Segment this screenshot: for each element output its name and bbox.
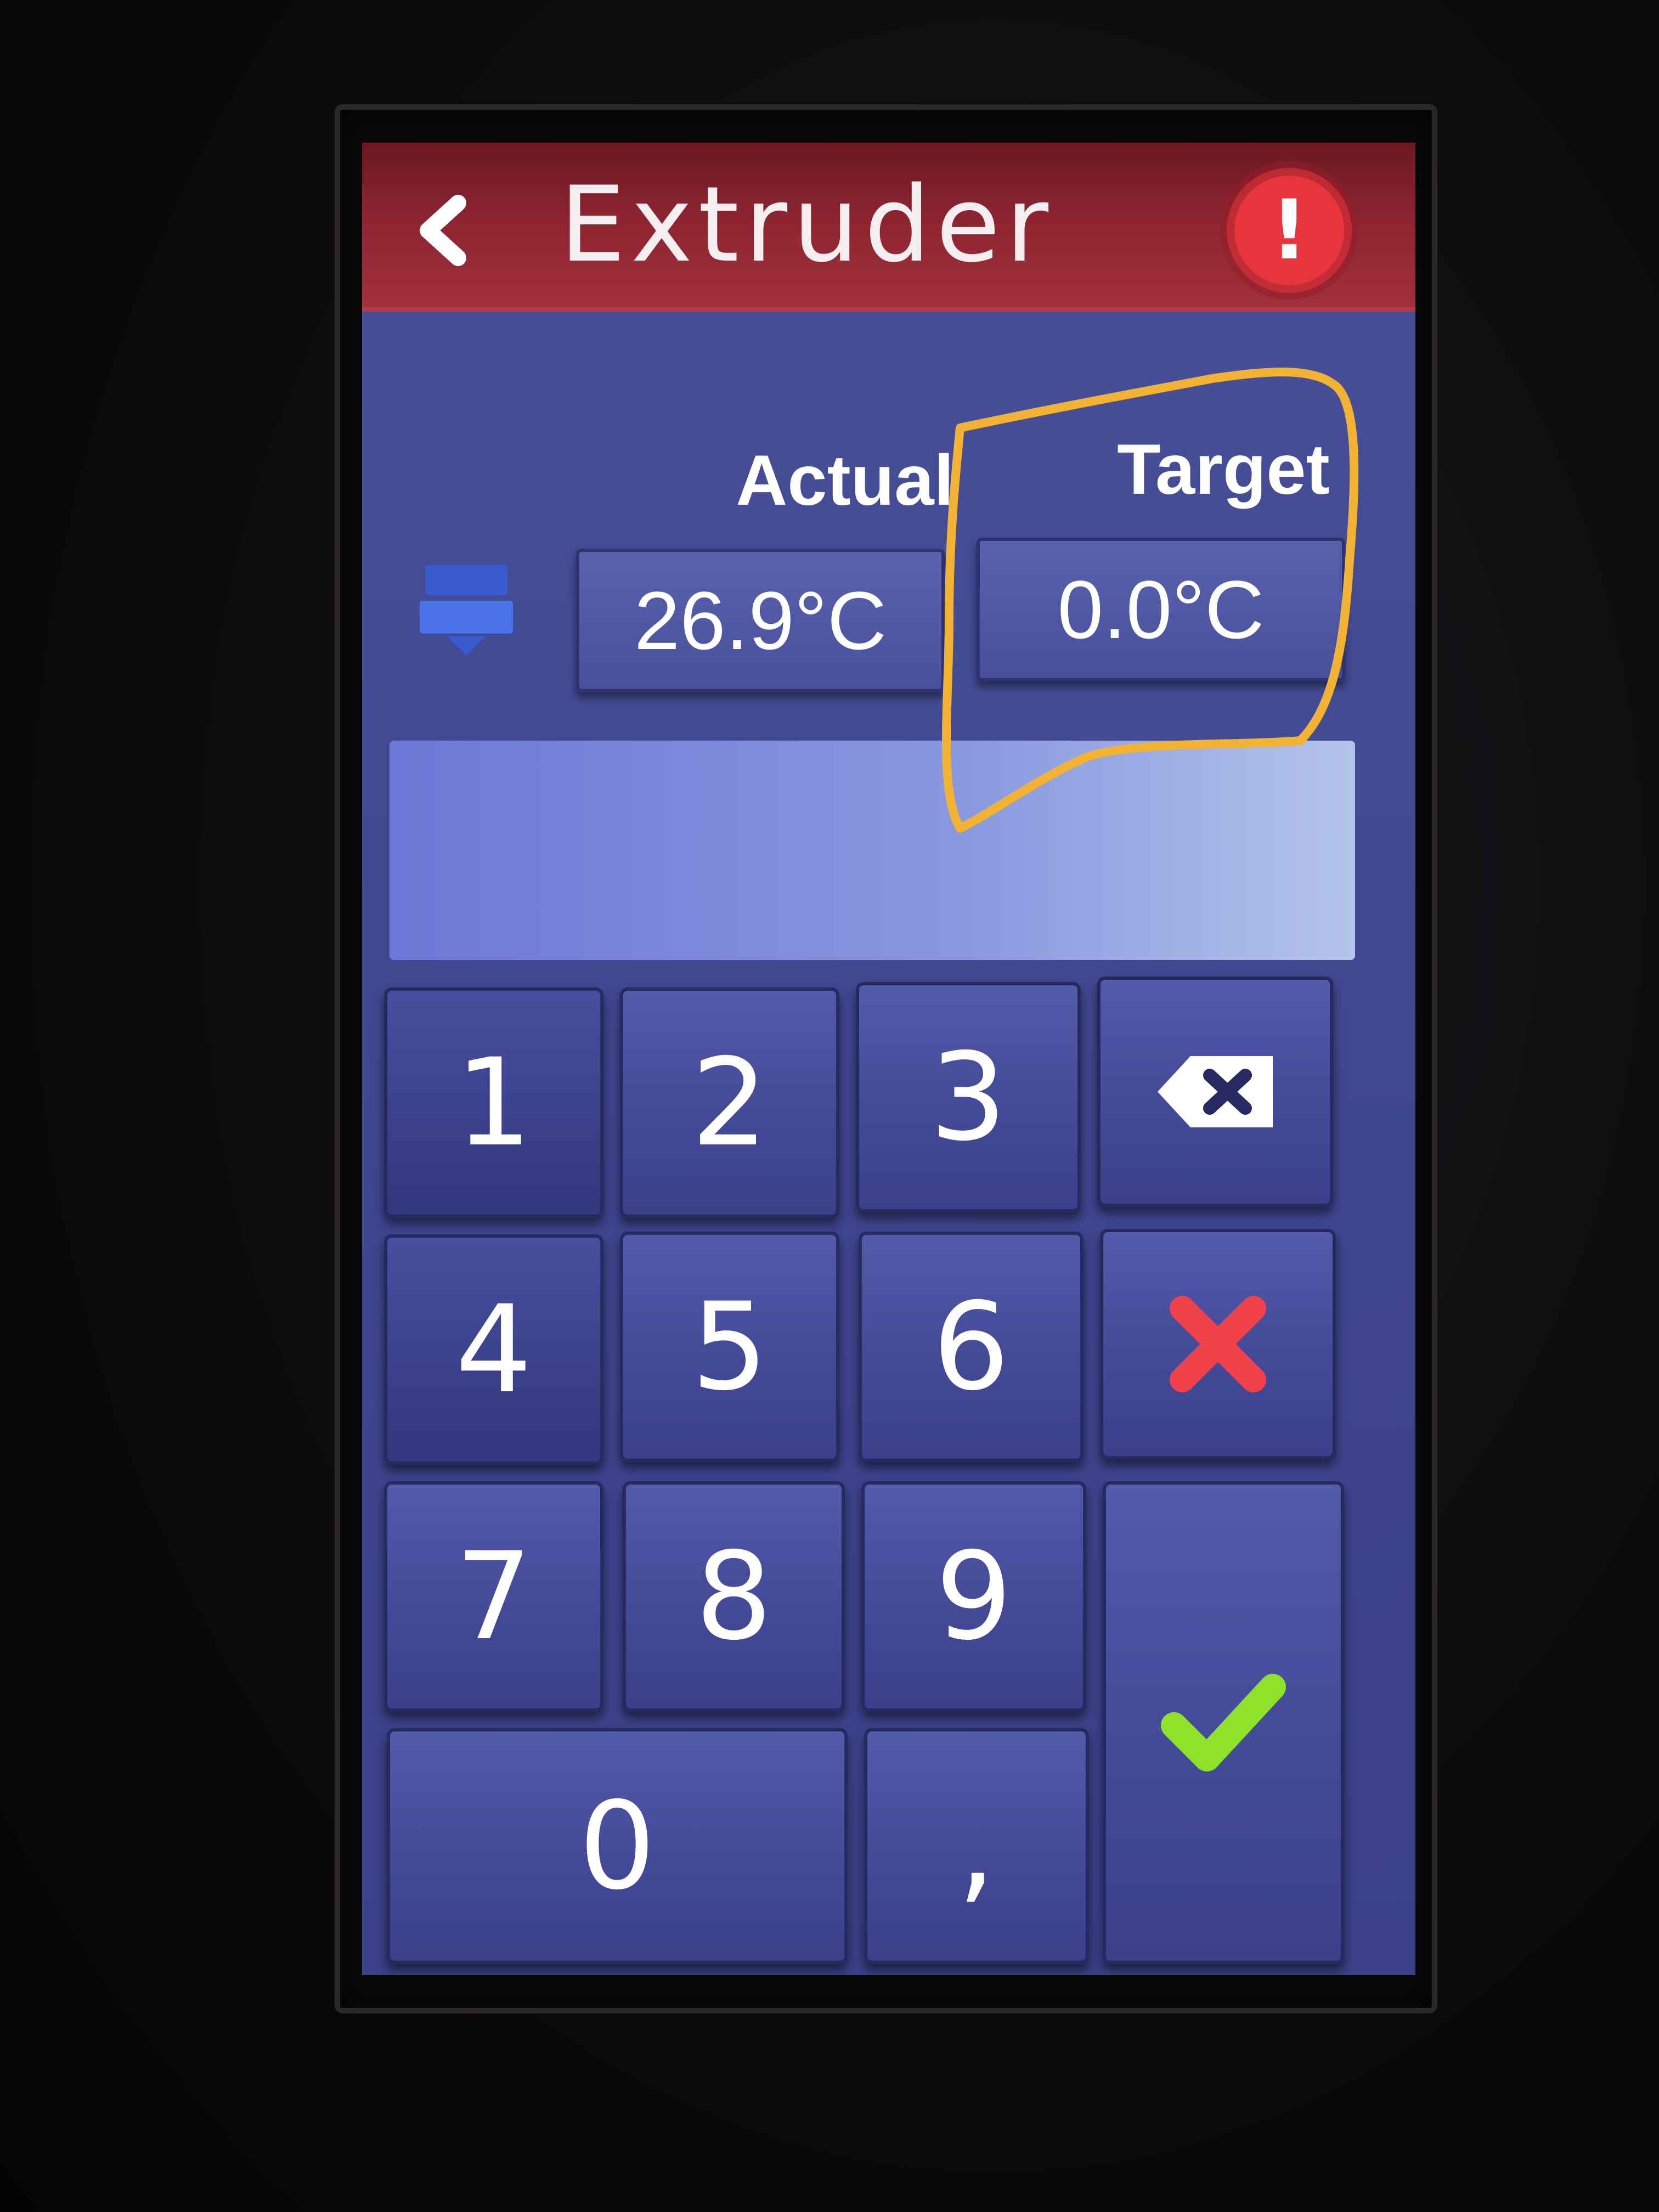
key-7-label: 7 xyxy=(455,1526,532,1667)
confirm-button[interactable] xyxy=(1103,1481,1344,1964)
key-5-label: 5 xyxy=(691,1277,768,1417)
cancel-button[interactable] xyxy=(1100,1229,1336,1459)
key-comma-label: , xyxy=(957,1776,996,1916)
touch-screen: Extruder ! Actual Target 26.9°C 0.0°C 1 … xyxy=(362,143,1415,1975)
back-button[interactable] xyxy=(406,192,483,269)
actual-temperature: 26.9°C xyxy=(576,549,945,692)
printer-device: Extruder ! Actual Target 26.9°C 0.0°C 1 … xyxy=(0,0,1659,2212)
key-4-label: 4 xyxy=(455,1279,532,1420)
key-6-label: 6 xyxy=(933,1277,1009,1417)
chevron-left-icon xyxy=(420,195,466,266)
key-8[interactable]: 8 xyxy=(623,1481,845,1712)
input-display xyxy=(390,741,1355,960)
key-6[interactable]: 6 xyxy=(859,1232,1084,1462)
exclamation-alert-icon[interactable]: ! xyxy=(1234,176,1344,285)
key-8-label: 8 xyxy=(695,1526,772,1667)
key-3-label: 3 xyxy=(930,1027,1007,1167)
key-1[interactable]: 1 xyxy=(384,988,603,1218)
alert-symbol: ! xyxy=(1270,183,1308,278)
extruder-heater-icon xyxy=(420,565,513,656)
target-label: Target xyxy=(1117,429,1330,509)
key-0[interactable]: 0 xyxy=(387,1728,848,1964)
key-comma[interactable]: , xyxy=(864,1728,1089,1964)
key-1-label: 1 xyxy=(455,1032,532,1173)
header-bar: Extruder ! xyxy=(362,143,1415,312)
checkmark-icon xyxy=(1161,1674,1286,1771)
actual-label: Actual xyxy=(736,440,954,520)
key-7[interactable]: 7 xyxy=(384,1481,603,1712)
backspace-button[interactable] xyxy=(1097,977,1333,1207)
key-2[interactable]: 2 xyxy=(620,988,839,1218)
backspace-icon xyxy=(1158,1056,1273,1127)
target-temperature[interactable]: 0.0°C xyxy=(977,538,1345,681)
key-9-label: 9 xyxy=(935,1526,1012,1667)
key-3[interactable]: 3 xyxy=(856,982,1081,1212)
key-5[interactable]: 5 xyxy=(620,1232,839,1462)
key-2-label: 2 xyxy=(691,1032,768,1173)
page-title: Extruder xyxy=(560,164,1054,285)
key-9[interactable]: 9 xyxy=(861,1481,1086,1712)
cancel-x-icon xyxy=(1170,1296,1266,1392)
key-4[interactable]: 4 xyxy=(384,1234,603,1465)
key-0-label: 0 xyxy=(579,1776,656,1916)
